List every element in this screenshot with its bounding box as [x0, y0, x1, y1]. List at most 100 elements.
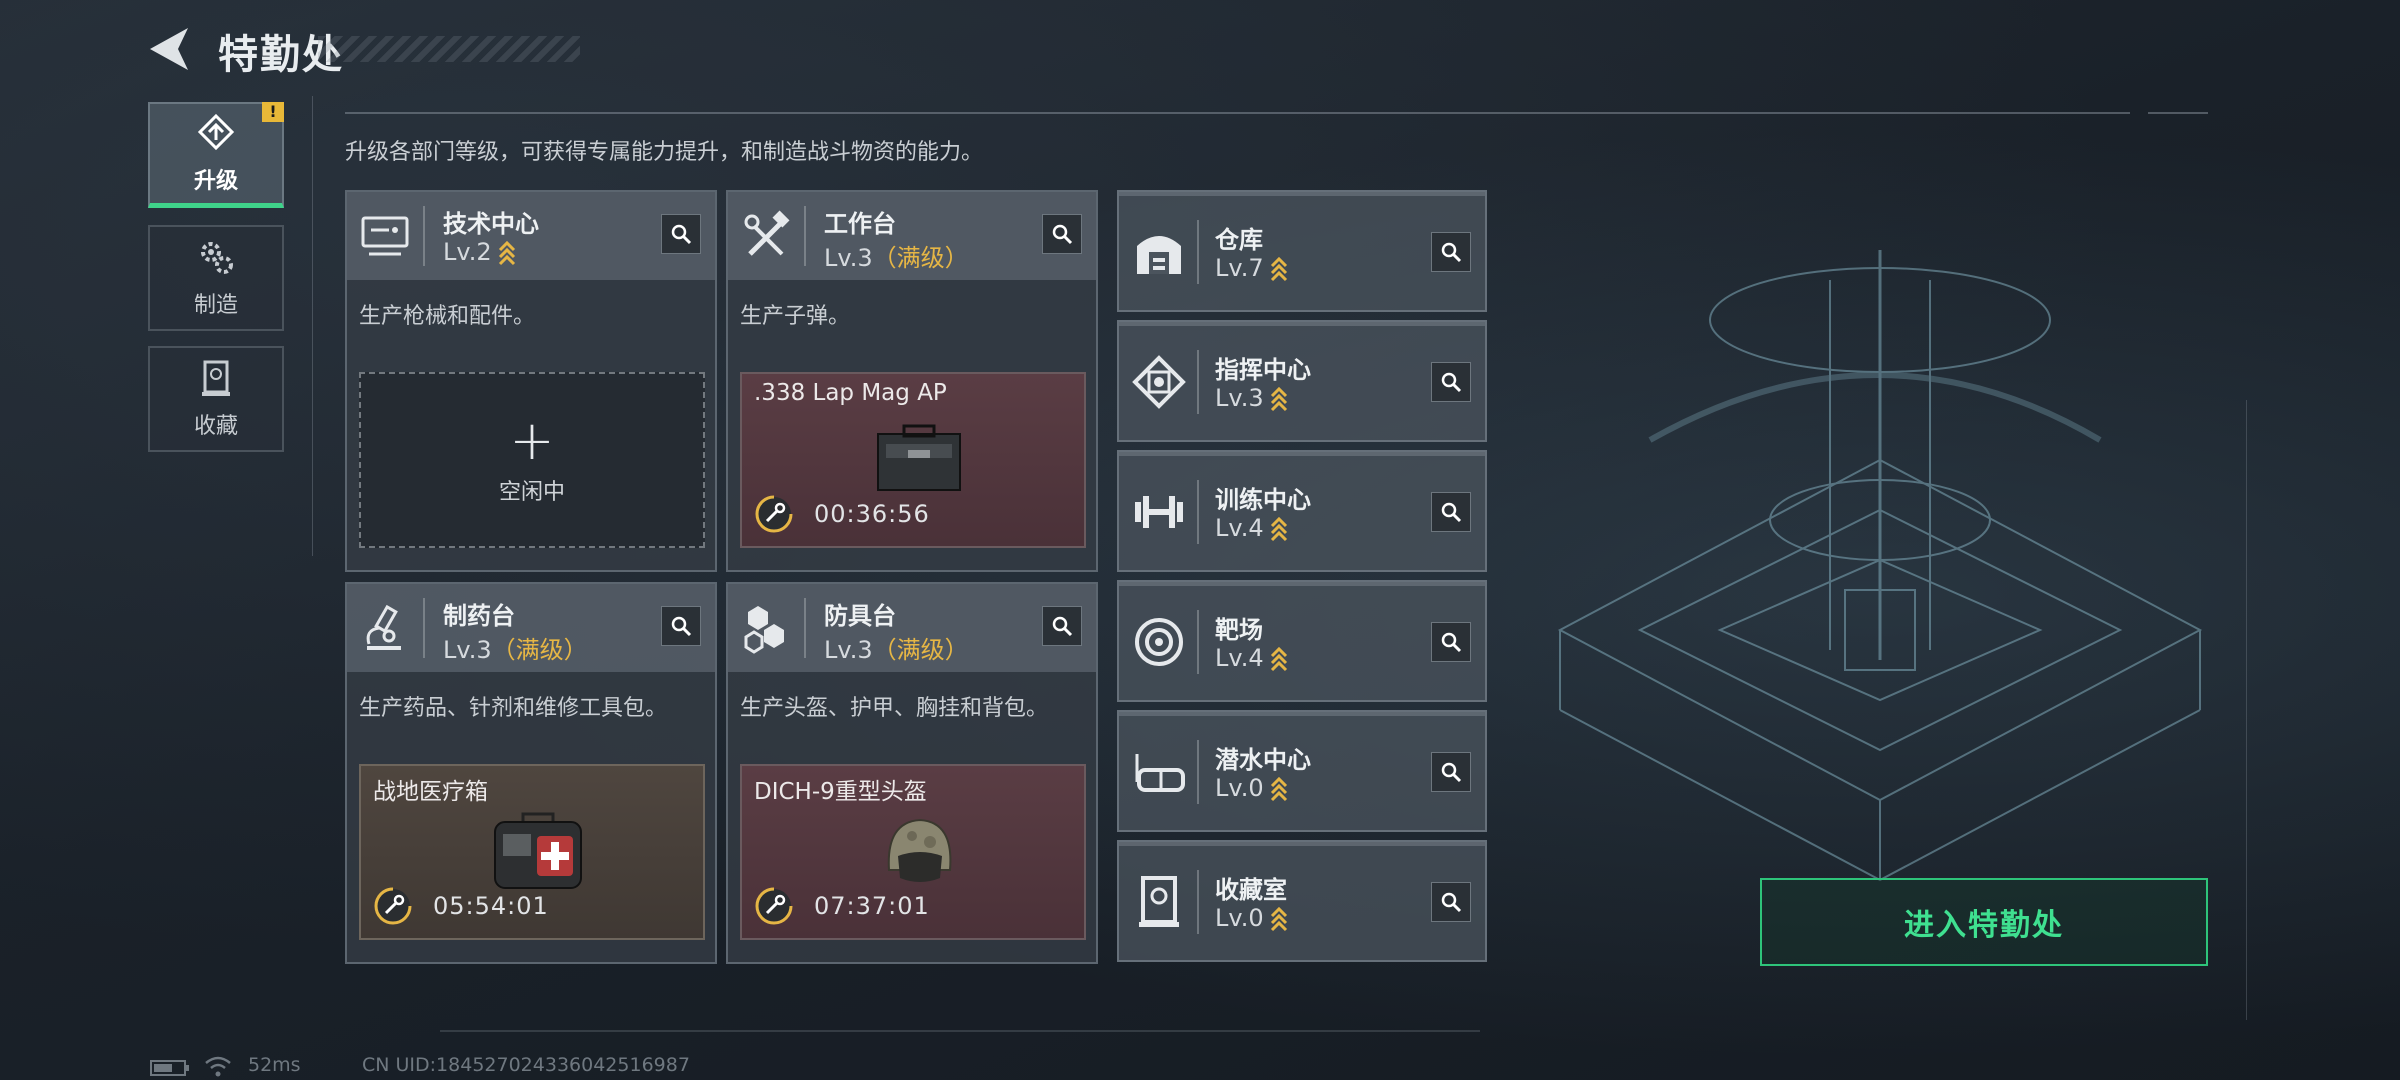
card-level: Lv.3	[1215, 384, 1288, 412]
nav-craft[interactable]: 制造	[148, 225, 284, 331]
card-level: Lv.3（满级）	[443, 630, 588, 665]
card-tech-center[interactable]: 技术中心 Lv.2 生产枪械和配件。 + 空闲中	[345, 190, 717, 572]
back-arrow-icon[interactable]	[148, 26, 190, 72]
card-diving-center[interactable]: 潜水中心 Lv.0	[1117, 710, 1487, 832]
card-level: Lv.3（满级）	[824, 238, 969, 273]
crafting-timer: 07:37:01	[814, 892, 930, 920]
inspect-button[interactable]	[1431, 622, 1471, 662]
divider	[345, 112, 2130, 114]
card-level: Lv.0	[1215, 904, 1288, 932]
nav-label: 制造	[193, 293, 238, 318]
tools-icon	[744, 210, 790, 256]
card-workbench[interactable]: 工作台 Lv.3（满级） 生产子弹。 .338 Lap Mag AP 00:36…	[726, 190, 1098, 572]
plus-icon: +	[509, 409, 555, 472]
level-value: Lv.4	[1215, 514, 1264, 542]
command-icon	[1132, 355, 1186, 409]
medical-kit-image	[494, 812, 582, 889]
level-value: Lv.3	[1215, 384, 1264, 412]
inspect-button[interactable]	[661, 606, 701, 646]
level-value: Lv.3	[443, 636, 492, 664]
inspect-button[interactable]	[1042, 214, 1082, 254]
wrench-timer-icon	[374, 887, 412, 925]
wrench-timer-icon	[755, 887, 793, 925]
decor-line	[312, 96, 313, 556]
card-title: 潜水中心	[1215, 746, 1311, 774]
level-value: Lv.3	[824, 636, 873, 664]
trophy-room-icon	[1139, 876, 1179, 927]
level-value: Lv.0	[1215, 774, 1264, 802]
inspect-button[interactable]	[1431, 232, 1471, 272]
alert-badge: !	[262, 102, 284, 122]
card-title: 工作台	[824, 210, 896, 238]
card-trophy-room[interactable]: 收藏室 Lv.0	[1117, 840, 1487, 962]
upgrade-chevron-icon	[1270, 386, 1287, 412]
search-icon	[1441, 242, 1462, 263]
helmet-image	[887, 818, 952, 882]
upgrade-chevron-icon	[1270, 906, 1287, 932]
diving-mask-icon	[1135, 754, 1185, 792]
card-training-center[interactable]: 训练中心 Lv.4	[1117, 450, 1487, 572]
card-armor-bench[interactable]: 防具台 Lv.3（满级） 生产头盔、护甲、胸挂和背包。 DICH-9重型头盔 0…	[726, 582, 1098, 964]
intro-text: 升级各部门等级，可获得专属能力提升，和制造战斗物资的能力。	[345, 140, 984, 165]
computer-icon	[361, 216, 409, 256]
upgrade-chevron-icon	[498, 240, 515, 266]
level-value: Lv.7	[1215, 254, 1264, 282]
card-level: Lv.4	[1215, 514, 1288, 542]
card-title: 训练中心	[1215, 486, 1311, 514]
card-description: 生产头盔、护甲、胸挂和背包。	[740, 696, 1049, 721]
inspect-button[interactable]	[661, 214, 701, 254]
card-level: Lv.3（满级）	[824, 630, 969, 665]
search-icon	[1441, 762, 1462, 783]
armor-icon	[744, 606, 784, 654]
ammo-box-image	[877, 424, 961, 491]
upgrade-chevron-icon	[1270, 776, 1287, 802]
upgrade-icon	[197, 113, 235, 150]
level-value: Lv.0	[1215, 904, 1264, 932]
upgrade-chevron-icon	[1270, 646, 1287, 672]
crafting-slot[interactable]: .338 Lap Mag AP 00:36:56	[740, 372, 1086, 548]
ping-readout: 52ms	[248, 1054, 301, 1076]
crafting-slot[interactable]: DICH-9重型头盔 07:37:01	[740, 764, 1086, 940]
idle-slot[interactable]: + 空闲中	[359, 372, 705, 548]
inspect-button[interactable]	[1042, 606, 1082, 646]
card-title: 仓库	[1215, 226, 1263, 254]
card-title: 指挥中心	[1215, 356, 1311, 384]
card-command-center[interactable]: 指挥中心 Lv.3	[1117, 320, 1487, 442]
search-icon	[1441, 502, 1462, 523]
upgrade-chevron-icon	[1270, 516, 1287, 542]
crafting-item-name: .338 Lap Mag AP	[754, 380, 947, 406]
card-title: 防具台	[824, 602, 896, 630]
nav-collection[interactable]: 收藏	[148, 346, 284, 452]
search-icon	[1441, 892, 1462, 913]
level-value: Lv.2	[443, 238, 492, 266]
idle-label: 空闲中	[498, 480, 565, 505]
inspect-button[interactable]	[1431, 882, 1471, 922]
crafting-item-name: DICH-9重型头盔	[754, 779, 927, 805]
card-description: 生产枪械和配件。	[359, 304, 536, 329]
card-level: Lv.7	[1215, 254, 1288, 282]
card-title: 制药台	[443, 602, 515, 630]
card-warehouse[interactable]: 仓库 Lv.7	[1117, 190, 1487, 312]
search-icon	[1441, 632, 1462, 653]
wrench-timer-icon	[755, 495, 793, 533]
warehouse-icon	[1137, 236, 1181, 274]
search-icon	[1441, 372, 1462, 393]
card-shooting-range[interactable]: 靶场 Lv.4	[1117, 580, 1487, 702]
collection-icon	[202, 360, 230, 396]
inspect-button[interactable]	[1431, 492, 1471, 532]
card-pharmacy[interactable]: 制药台 Lv.3（满级） 生产药品、针剂和维修工具包。 战地医疗箱 05:54:…	[345, 582, 717, 964]
upgrade-chevron-icon	[1270, 256, 1287, 282]
base-hologram-illustration	[1557, 250, 2203, 882]
enter-special-ops-button[interactable]: 进入特勤处	[1760, 878, 2208, 966]
title-decoration	[318, 36, 580, 62]
max-level-tag: （满级）	[872, 636, 969, 664]
crafting-item-name: 战地医疗箱	[373, 779, 488, 805]
card-title: 靶场	[1215, 616, 1263, 644]
crafting-slot[interactable]: 战地医疗箱 05:54:01	[359, 764, 705, 940]
battery-icon	[150, 1060, 189, 1076]
search-icon	[1052, 616, 1073, 637]
level-value: Lv.4	[1215, 644, 1264, 672]
max-level-tag: （满级）	[872, 244, 969, 272]
inspect-button[interactable]	[1431, 752, 1471, 792]
inspect-button[interactable]	[1431, 362, 1471, 402]
